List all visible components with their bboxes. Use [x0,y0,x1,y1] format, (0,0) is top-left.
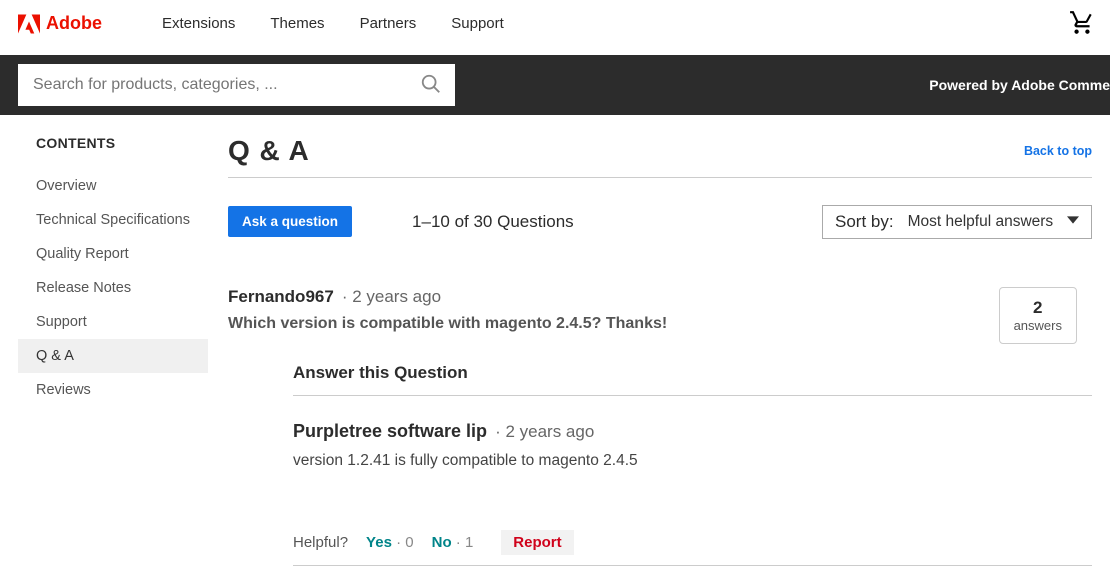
sidebar-item-release-notes[interactable]: Release Notes [18,271,208,305]
helpful-label: Helpful? [293,534,348,551]
cart-icon[interactable] [1069,10,1095,41]
report-button[interactable]: Report [501,530,573,555]
sidebar-item-overview[interactable]: Overview [18,169,208,203]
answer-section-title[interactable]: Answer this Question [293,363,1092,396]
adobe-logo[interactable]: Adobe [18,13,102,34]
helpful-yes-button[interactable]: Yes · 0 [366,534,414,551]
question-time: · 2 years ago [342,287,441,307]
nav-partners[interactable]: Partners [360,15,417,32]
search-input[interactable] [18,64,455,106]
contents-sidebar: CONTENTS Overview Technical Specificatio… [18,135,208,566]
sidebar-item-reviews[interactable]: Reviews [18,373,208,407]
sidebar-title: CONTENTS [18,135,208,151]
answer-author: Purpletree software lip [293,421,487,442]
sidebar-item-tech-specs[interactable]: Technical Specifications [18,203,208,237]
sort-value: Most helpful answers [908,213,1059,231]
helpful-no-button[interactable]: No · 1 [432,534,474,551]
chevron-down-icon [1067,213,1079,231]
sidebar-item-qa[interactable]: Q & A [18,339,208,373]
page-title: Q & A [228,135,310,167]
answers-count: 2 [1014,298,1062,318]
adobe-logo-icon [18,14,40,34]
sidebar-item-support[interactable]: Support [18,305,208,339]
question-count: 1–10 of 30 Questions [412,212,574,232]
question-author: Fernando967 [228,287,334,307]
sidebar-item-quality-report[interactable]: Quality Report [18,237,208,271]
nav-extensions[interactable]: Extensions [162,15,235,32]
nav-support[interactable]: Support [451,15,504,32]
answer-time: · 2 years ago [495,422,594,442]
ask-question-button[interactable]: Ask a question [228,206,352,237]
powered-by-text: Powered by Adobe Comme [929,77,1110,93]
answers-count-box[interactable]: 2 answers [999,287,1077,344]
sort-dropdown[interactable]: Sort by: Most helpful answers [822,205,1092,239]
answer-text: version 1.2.41 is fully compatible to ma… [293,452,1092,470]
brand-name: Adobe [46,13,102,34]
search-icon[interactable] [420,73,442,100]
answers-label: answers [1014,318,1062,333]
back-to-top-link[interactable]: Back to top [1024,144,1092,158]
sort-label: Sort by: [835,212,894,232]
question-text: Which version is compatible with magento… [228,315,1092,333]
nav-themes[interactable]: Themes [270,15,324,32]
